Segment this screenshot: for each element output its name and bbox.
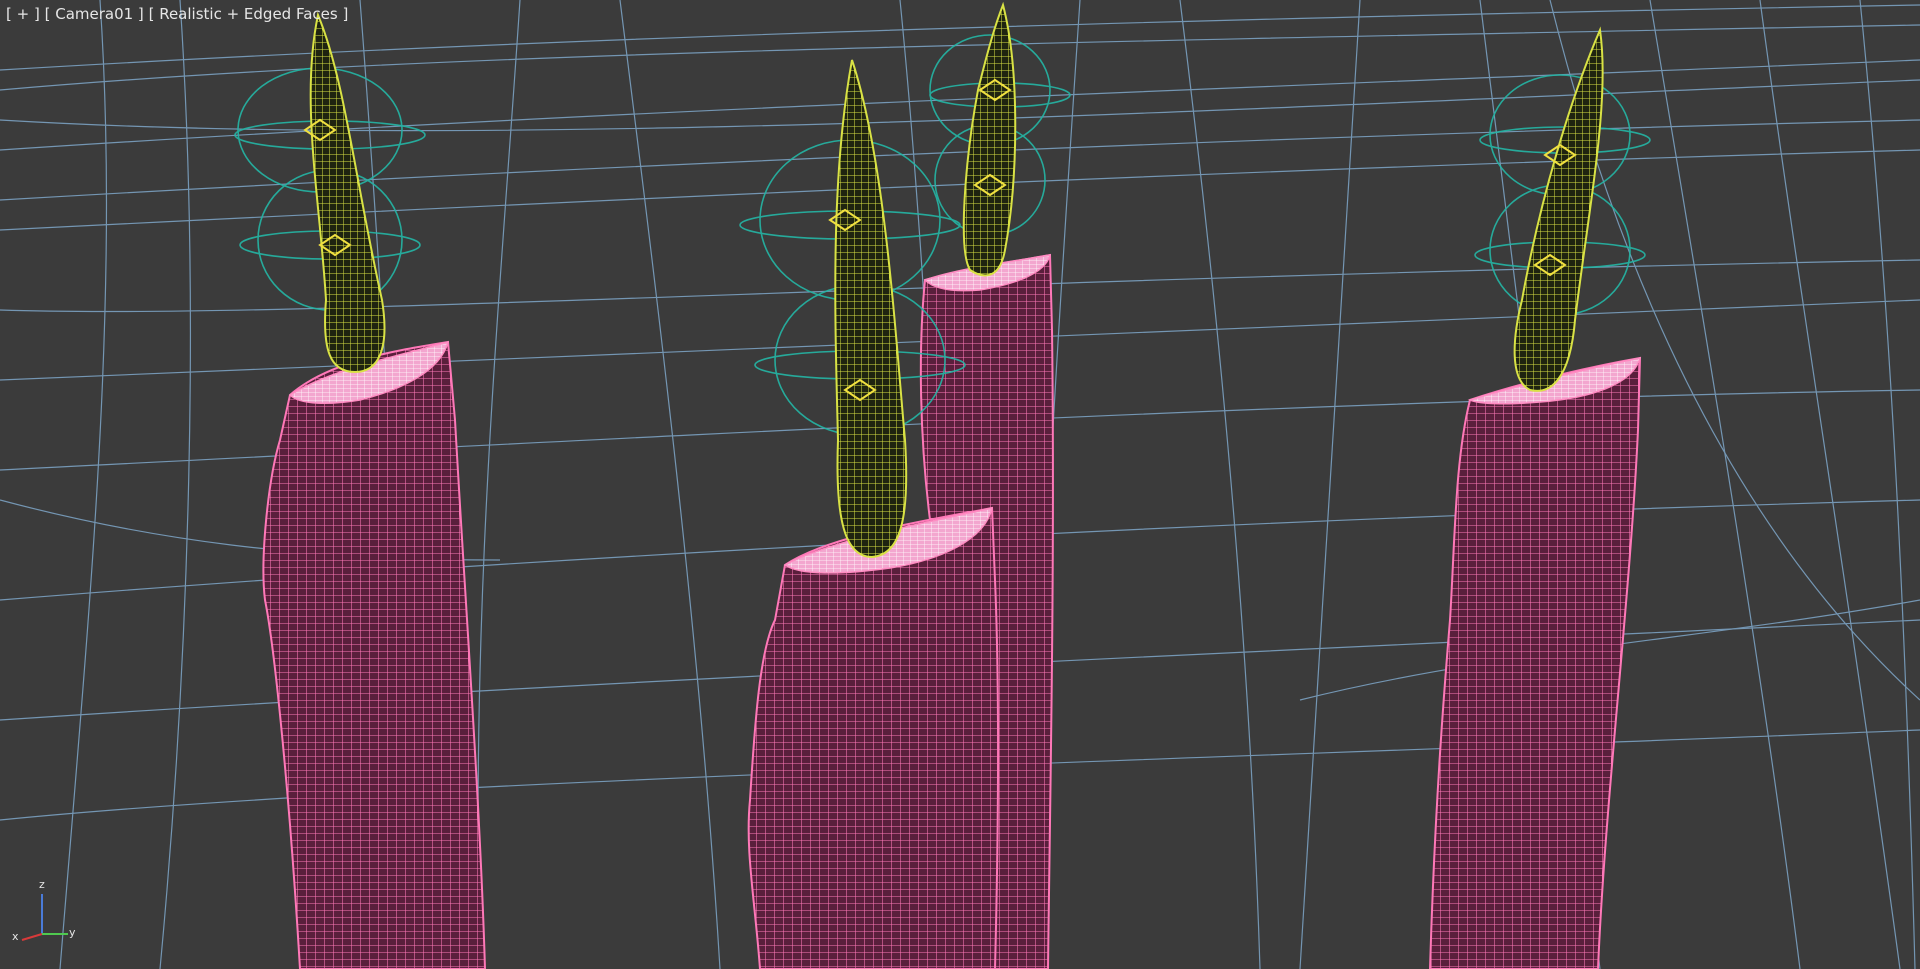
x-axis-label: x (12, 930, 19, 942)
flame-center-front[interactable] (834, 59, 908, 559)
scene-render[interactable] (0, 0, 1920, 969)
viewport-shading-menu[interactable]: [ Realistic + Edged Faces ] (149, 5, 349, 23)
axis-tripod-icon: z x y (12, 878, 76, 942)
candle-left[interactable] (262, 340, 487, 969)
y-axis-label: y (69, 926, 76, 939)
viewport-camera-menu[interactable]: [ Camera01 ] (45, 5, 144, 23)
x-axis-line (21, 933, 43, 941)
viewport-label: [ + ] [ Camera01 ] [ Realistic + Edged F… (6, 5, 348, 23)
candle-center-front[interactable] (747, 506, 1000, 969)
candle-right[interactable] (1428, 356, 1642, 969)
viewport-menu-plus[interactable]: [ + ] (6, 5, 40, 23)
z-axis-label: z (39, 878, 45, 891)
flame-right[interactable] (1513, 26, 1604, 392)
viewport-camera01[interactable]: [ + ] [ Camera01 ] [ Realistic + Edged F… (0, 0, 1920, 969)
